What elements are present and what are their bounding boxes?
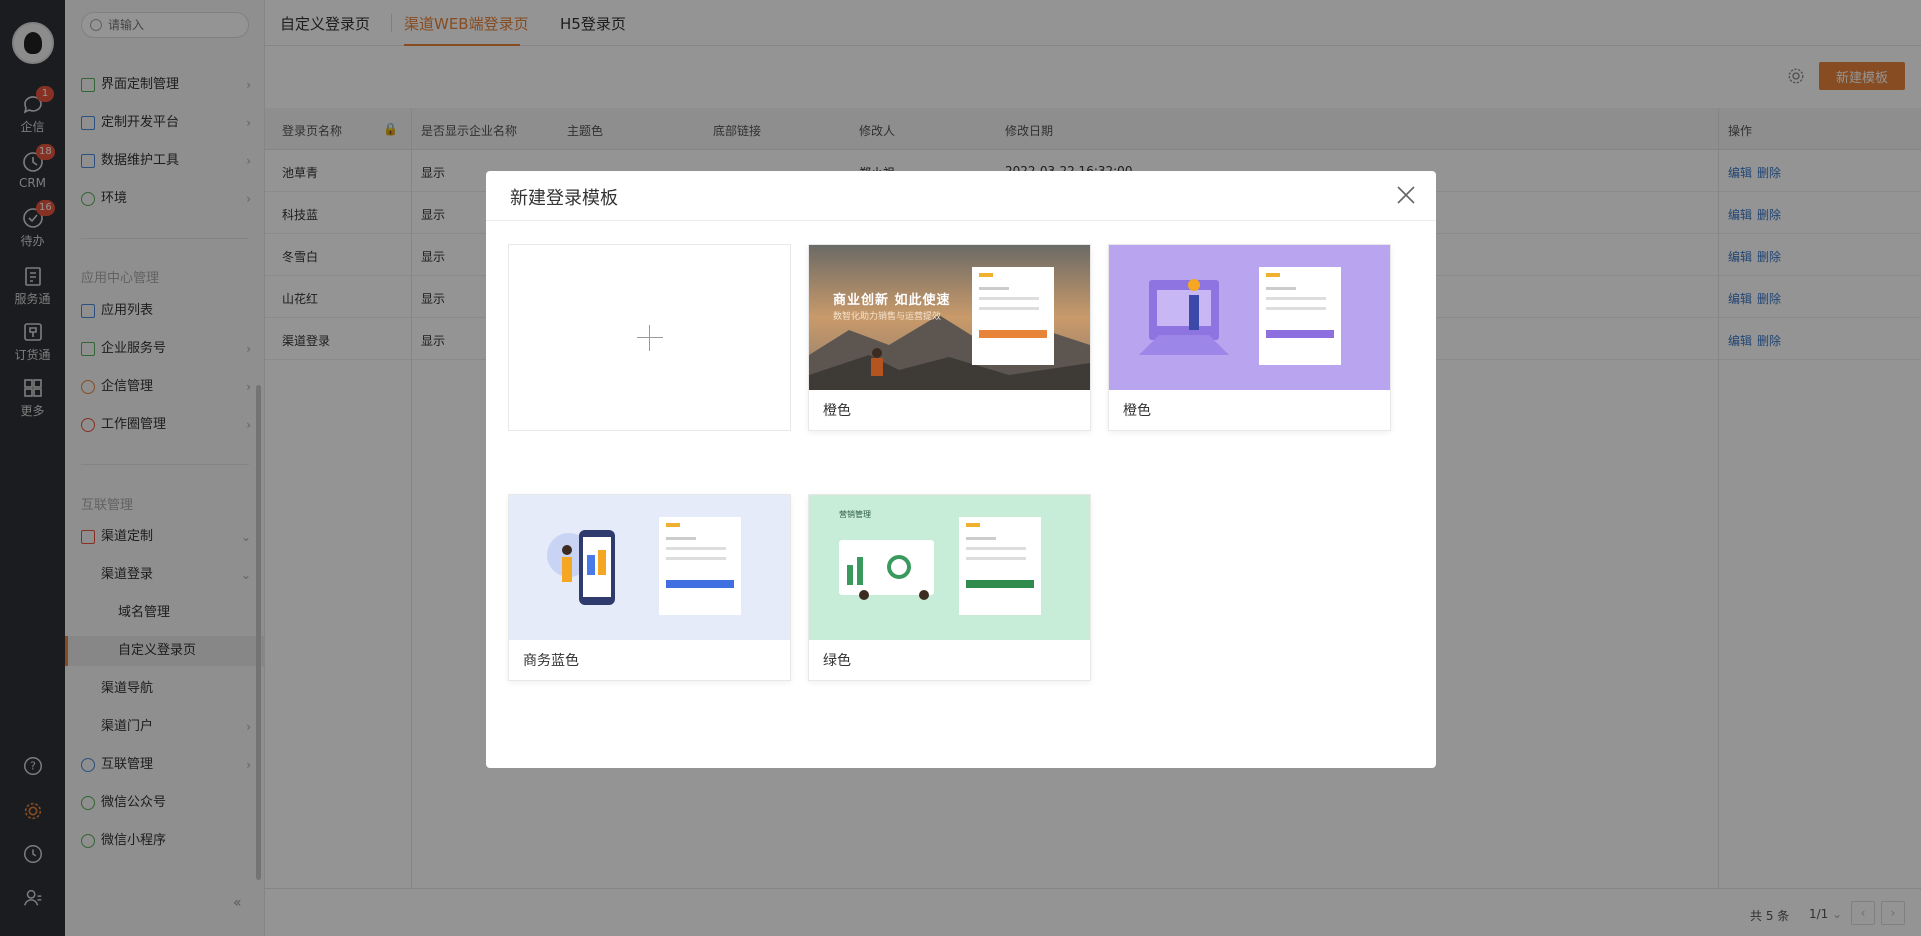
template-card-orange[interactable]: 商业创新 如此使速 数智化助力销售与运营提效 橙色 bbox=[808, 244, 1091, 431]
template-card-blank[interactable] bbox=[508, 244, 791, 431]
dialog-header: 新建登录模板 bbox=[486, 171, 1436, 221]
new-template-dialog: 新建登录模板 商业创新 如此使速 数智化助力销售与运营提效 橙色 橙色 商务蓝色… bbox=[486, 171, 1436, 768]
business-blue-preview-image bbox=[509, 495, 790, 640]
template-card-green[interactable]: 营销管理 绿色 bbox=[808, 494, 1091, 681]
template-preview bbox=[1109, 245, 1390, 390]
template-name: 橙色 bbox=[823, 403, 851, 419]
template-preview: 营销管理 bbox=[809, 495, 1090, 640]
template-card-blue[interactable]: 商务蓝色 bbox=[508, 494, 791, 681]
dialog-title: 新建登录模板 bbox=[510, 188, 618, 209]
template-name: 商务蓝色 bbox=[523, 653, 579, 669]
template-banner-subtext: 数智化助力销售与运营提效 bbox=[833, 312, 942, 322]
template-name: 绿色 bbox=[823, 653, 851, 669]
purple-preview-image bbox=[1109, 245, 1390, 390]
template-name: 橙色 bbox=[1123, 403, 1151, 419]
plus-icon bbox=[637, 325, 663, 351]
template-banner-text: 商业创新 如此使速 bbox=[833, 293, 951, 308]
template-preview: 商业创新 如此使速 数智化助力销售与运营提效 bbox=[809, 245, 1090, 390]
template-banner-text: 营销管理 bbox=[839, 510, 871, 519]
template-card-purple[interactable]: 橙色 bbox=[1108, 244, 1391, 431]
template-preview bbox=[509, 495, 790, 640]
close-icon[interactable] bbox=[1394, 183, 1418, 207]
